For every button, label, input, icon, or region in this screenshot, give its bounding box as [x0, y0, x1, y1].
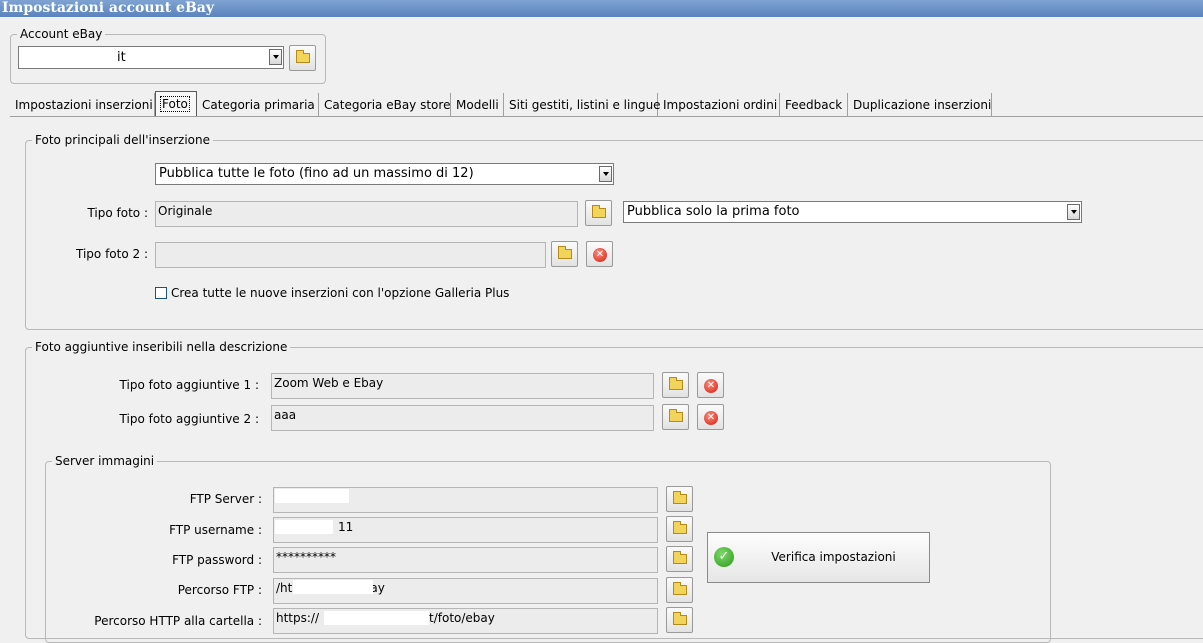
photo-type2-field[interactable]: [155, 242, 546, 268]
photo-type2-delete-button[interactable]: ✕: [586, 241, 613, 267]
verify-settings-button[interactable]: ✓ Verifica impostazioni: [707, 532, 930, 583]
redacted-area: [275, 489, 349, 503]
photo-type2-label: Tipo foto 2 :: [76, 247, 148, 261]
ftp-path-browse-button[interactable]: [666, 577, 693, 603]
folder-icon: [669, 409, 683, 422]
image-server-group-label: Server immagini: [52, 453, 158, 469]
tab-categoria-primaria[interactable]: Categoria primaria: [197, 93, 319, 117]
gallery-plus-checkbox[interactable]: [155, 287, 167, 299]
ftp-username-browse-button[interactable]: [666, 516, 693, 542]
folder-icon: [673, 491, 687, 504]
tab-panel-border: [10, 116, 1203, 117]
publish-mode-value: Pubblica tutte le foto (fino ad un massi…: [159, 166, 474, 181]
folder-icon: [673, 582, 687, 595]
window-title: Impostazioni account eBay: [0, 0, 1203, 17]
extra-type1-delete-button[interactable]: ✕: [697, 372, 724, 398]
http-path-browse-button[interactable]: [666, 607, 693, 633]
ftp-username-value: 11: [338, 520, 354, 534]
publish-mode-select[interactable]: Pubblica tutte le foto (fino ad un massi…: [155, 163, 614, 185]
tab-categoria-ebay-store[interactable]: Categoria eBay store: [319, 93, 451, 117]
extra-type2-label: Tipo foto aggiuntive 2 :: [119, 412, 259, 426]
extra-type1-label: Tipo foto aggiuntive 1 :: [119, 378, 259, 392]
main-photos-group-label: Foto principali dell'inserzione: [32, 132, 213, 148]
tab-foto[interactable]: Foto: [155, 91, 197, 117]
extra-photos-group-label: Foto aggiuntive inseribili nella descriz…: [32, 339, 291, 355]
folder-icon: [558, 246, 572, 259]
folder-icon: [669, 377, 683, 390]
photo-type-publish-value: Pubblica solo la prima foto: [627, 204, 800, 219]
delete-icon: ✕: [704, 411, 718, 425]
tab-feedback[interactable]: Feedback: [780, 93, 848, 117]
chevron-down-icon[interactable]: [269, 49, 282, 65]
tab-impostazioni-ordini[interactable]: Impostazioni ordini: [658, 93, 780, 117]
chevron-down-icon[interactable]: [1067, 204, 1080, 220]
photo-type2-browse-button[interactable]: [551, 241, 578, 267]
account-browse-button[interactable]: [289, 45, 316, 71]
extra-type2-browse-button[interactable]: [662, 404, 689, 430]
ftp-password-label: FTP password :: [172, 553, 262, 567]
redacted-area: [293, 580, 373, 594]
http-path-value-start: https://: [276, 611, 320, 625]
redacted-area: [275, 520, 333, 534]
ftp-path-label: Percorso FTP :: [177, 583, 262, 597]
delete-icon: ✕: [704, 379, 718, 393]
verify-settings-label: Verifica impostazioni: [771, 550, 896, 564]
ftp-server-browse-button[interactable]: [666, 486, 693, 512]
photo-type-publish-select[interactable]: Pubblica solo la prima foto: [623, 201, 1082, 223]
extra-type2-field[interactable]: aaa: [271, 405, 654, 431]
ftp-path-value-start: /ht: [276, 581, 293, 595]
tab-impostazioni-inserzioni[interactable]: Impostazioni inserzioni: [10, 93, 155, 117]
delete-icon: ✕: [593, 248, 607, 262]
http-path-value-end: t/foto/ebay: [429, 611, 495, 625]
tab-siti-gestiti[interactable]: Siti gestiti, listini e lingue: [504, 93, 661, 117]
folder-icon: [673, 551, 687, 564]
http-path-label: Percorso HTTP alla cartella :: [94, 614, 262, 628]
account-select[interactable]: it: [18, 46, 284, 69]
photo-type-field[interactable]: Originale: [155, 201, 578, 227]
account-select-value: it: [117, 50, 126, 65]
folder-icon: [673, 612, 687, 625]
ftp-username-label: FTP username :: [169, 523, 262, 537]
gallery-plus-label[interactable]: Crea tutte le nuove inserzioni con l'opz…: [171, 286, 509, 300]
tab-duplicazione-inserzioni[interactable]: Duplicazione inserzioni: [848, 93, 992, 117]
ftp-password-field[interactable]: **********: [273, 547, 658, 573]
folder-icon: [673, 521, 687, 534]
ftp-server-label: FTP Server :: [189, 492, 262, 506]
folder-icon: [296, 50, 310, 63]
photo-type-label: Tipo foto :: [87, 206, 148, 220]
folder-icon: [592, 205, 606, 218]
extra-type1-field[interactable]: Zoom Web e Ebay: [271, 373, 654, 399]
redacted-area: [324, 611, 429, 625]
chevron-down-icon[interactable]: [599, 166, 612, 182]
photo-type-browse-button[interactable]: [585, 200, 612, 226]
account-group-label: Account eBay: [17, 26, 106, 42]
tab-modelli[interactable]: Modelli: [451, 93, 504, 117]
ftp-password-browse-button[interactable]: [666, 546, 693, 572]
extra-type2-delete-button[interactable]: ✕: [697, 404, 724, 430]
extra-type1-browse-button[interactable]: [662, 372, 689, 398]
